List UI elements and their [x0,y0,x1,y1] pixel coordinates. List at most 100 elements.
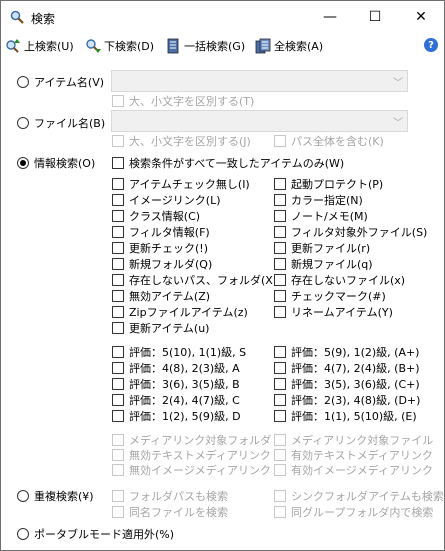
info-right-option-checkbox[interactable] [274,242,286,254]
info-left-option-checkbox[interactable] [112,306,124,318]
info-right-option-checkbox[interactable] [274,274,286,286]
help-icon[interactable]: ? [424,38,438,52]
item-name-combo[interactable]: ﹀ [111,70,408,92]
info-right-option-label: チェックマーク(#) [291,290,386,303]
info-left-option-checkbox[interactable] [112,322,124,334]
item-name-case-label: 大、小文字を区別する(T) [129,95,255,108]
media-left-option-label: 無効イメージメディアリンク [129,464,272,477]
info-left-option-label: 新規フォルダ(Q) [129,258,213,271]
media-left-option-checkbox[interactable] [112,434,124,446]
dup-folder-path-label: フォルダパスも検索 [129,490,228,503]
title-bar: 検索 — ☐ ✕ [1,1,444,33]
rating-right-option-checkbox[interactable] [274,362,286,374]
mode-file-name-radio[interactable] [17,117,29,129]
window-title: 検索 [31,12,56,26]
rating-left-option-label: 評価：2(4), 4(7)級, C [129,394,240,407]
mode-dup-search-label: 重複検索(¥) [34,490,94,503]
media-left-option-label: 無効テキストメディアリンク [129,449,271,462]
info-left-option-checkbox[interactable] [112,258,124,270]
dup-shortcut-folder-label: シンクフォルダアイテムも検索 [291,490,444,503]
info-right-option-label: 新規ファイル(q) [291,258,373,271]
rating-left-option-checkbox[interactable] [112,394,124,406]
all-search-button[interactable]: 全検索(A) [255,37,323,55]
media-right-option-label: 有効イメージメディアリンク [291,464,434,477]
maximize-button[interactable]: ☐ [352,1,398,33]
mode-item-name-label: アイテム名(V) [34,76,105,89]
media-right-option-checkbox[interactable] [274,434,286,446]
media-left-option-checkbox[interactable] [112,464,124,476]
mode-portable-label: ポータブルモード適用外(%) [34,528,175,541]
search-down-icon [85,38,101,54]
info-right-option-checkbox[interactable] [274,306,286,318]
all-match-checkbox[interactable] [112,157,124,169]
info-left-option-checkbox[interactable] [112,274,124,286]
info-right-option-checkbox[interactable] [274,290,286,302]
info-right-option-checkbox[interactable] [274,258,286,270]
media-left-option-checkbox[interactable] [112,449,124,461]
dup-same-group-label: 同グループフォルダ内で検索 [291,506,434,519]
rating-left-option-label: 評価：5(10), 1(1)級, S [129,346,247,359]
info-left-option-checkbox[interactable] [112,226,124,238]
dup-same-group-checkbox[interactable] [274,506,286,518]
info-right-option-label: 存在しないファイル(x) [291,274,406,287]
mode-portable-radio[interactable] [17,528,29,540]
info-right-option-checkbox[interactable] [274,178,286,190]
info-left-option-checkbox[interactable] [112,194,124,206]
dup-folder-path-checkbox[interactable] [112,490,124,502]
rating-left-option-label: 評価：3(6), 3(5)級, B [129,378,240,391]
info-left-option-label: フィルタ情報(F) [129,226,210,239]
media-right-option-checkbox[interactable] [274,464,286,476]
info-right-option-checkbox[interactable] [274,210,286,222]
rating-right-option-checkbox[interactable] [274,394,286,406]
media-right-option-checkbox[interactable] [274,449,286,461]
search-down-button[interactable]: 下検索(D) [85,37,154,55]
rating-left-option-checkbox[interactable] [112,362,124,374]
rating-right-option-label: 評価：1(1), 5(10)級, (E) [291,410,417,423]
all-search-icon [255,38,271,54]
search-up-button[interactable]: 上検索(U) [5,37,74,55]
chevron-down-icon: ﹀ [393,78,403,89]
info-right-option-checkbox[interactable] [274,226,286,238]
all-match-label: 検索条件がすべて一致したアイテムのみ(W) [129,157,345,170]
media-right-option-label: 有効テキストメディアリンク [291,449,433,462]
rating-left-option-checkbox[interactable] [112,378,124,390]
file-name-combo[interactable]: ﹀ [111,110,408,132]
rating-right-option-checkbox[interactable] [274,378,286,390]
mode-info-search-radio[interactable] [17,157,29,169]
mode-item-name-radio[interactable] [17,76,29,88]
batch-search-icon [165,38,181,54]
info-left-option-checkbox[interactable] [112,210,124,222]
dup-shortcut-folder-checkbox[interactable] [274,490,286,502]
info-right-option-label: ノート/メモ(M) [291,210,368,223]
rating-left-option-checkbox[interactable] [112,346,124,358]
info-left-option-checkbox[interactable] [112,242,124,254]
rating-right-option-checkbox[interactable] [274,346,286,358]
search-icon [9,9,25,25]
file-name-case-checkbox[interactable] [112,135,124,147]
full-path-label: パス全体を含む(K) [291,135,384,148]
search-dialog: 検索 — ☐ ✕ 上検索(U) 下検索(D) 一括検索(G) 全検索(A) ? … [0,0,445,551]
rating-left-option-checkbox[interactable] [112,410,124,422]
item-name-case-checkbox[interactable] [112,95,124,107]
dup-same-name-label: 同名ファイルを検索 [129,506,228,519]
info-right-option-label: 更新ファイル(r) [291,242,371,255]
minimize-button[interactable]: — [307,1,353,33]
dup-same-name-checkbox[interactable] [112,506,124,518]
media-left-option-label: メディアリンク対象フォルダ [129,434,272,447]
mode-info-search-label: 情報検索(O) [34,157,96,170]
info-left-option-label: クラス情報(C) [129,210,201,223]
rating-right-option-label: 評価：2(3), 4(8)級, (D+) [291,394,421,407]
info-right-option-label: リネームアイテム(Y) [291,306,393,319]
rating-right-option-label: 評価：4(7), 2(4)級, (B+) [291,362,420,375]
rating-right-option-checkbox[interactable] [274,410,286,422]
batch-search-button[interactable]: 一括検索(G) [165,37,245,55]
info-left-option-checkbox[interactable] [112,178,124,190]
close-button[interactable]: ✕ [398,1,444,33]
search-up-icon [5,38,21,54]
info-left-option-label: イメージリンク(L) [129,194,221,207]
full-path-checkbox[interactable] [274,135,286,147]
info-right-option-checkbox[interactable] [274,194,286,206]
info-left-option-label: Zipファイルアイテム(z) [129,306,248,319]
mode-dup-search-radio[interactable] [17,490,29,502]
info-left-option-checkbox[interactable] [112,290,124,302]
